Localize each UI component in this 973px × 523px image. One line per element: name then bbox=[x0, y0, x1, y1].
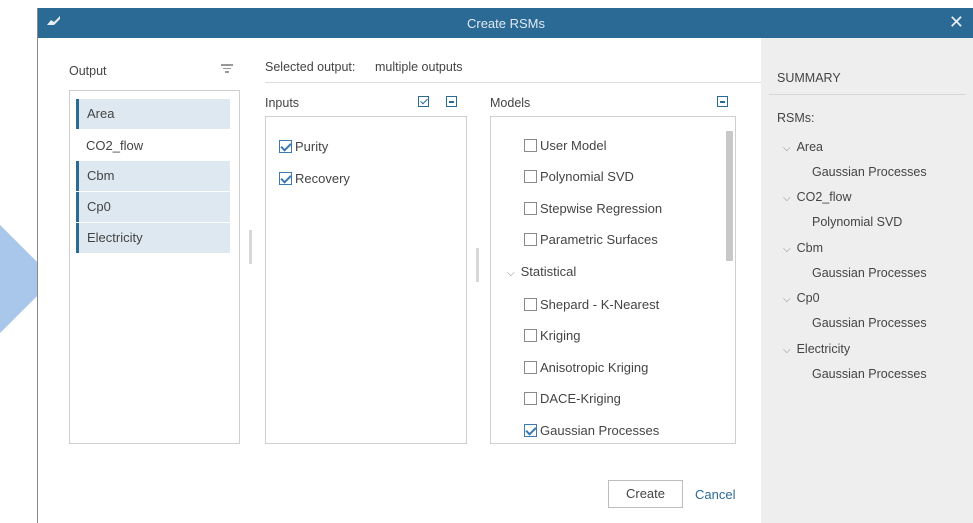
title-bar: Create RSMs ✕ bbox=[38, 8, 973, 38]
output-label: Output bbox=[69, 64, 107, 78]
kriging-checkbox[interactable] bbox=[524, 329, 537, 343]
models-label: Models bbox=[490, 96, 531, 110]
output-item-electricity[interactable]: Electricity bbox=[76, 223, 230, 253]
summary-output-area[interactable]: ⌵ Area bbox=[783, 140, 823, 154]
summary-model-area: Gaussian Processes bbox=[812, 165, 927, 179]
chevron-down-icon[interactable]: ⌵ bbox=[783, 294, 791, 305]
output-item-cp0[interactable]: Cp0 bbox=[76, 192, 230, 222]
model-group-statistical[interactable]: ⌵ Statistical bbox=[507, 262, 576, 282]
stepwise-regression-checkbox[interactable] bbox=[524, 202, 537, 216]
anisotropic-kriging-checkbox[interactable] bbox=[524, 361, 537, 375]
summary-model-electricity: Gaussian Processes bbox=[812, 367, 927, 381]
output-item-cbm[interactable]: Cbm bbox=[76, 161, 230, 191]
model-group-label: Statistical bbox=[520, 264, 577, 279]
model-item-label: Kriging bbox=[540, 328, 581, 343]
splitter-handle[interactable] bbox=[476, 248, 479, 282]
chevron-down-icon[interactable]: ⌵ bbox=[783, 143, 791, 154]
model-item-label: Polynomial SVD bbox=[540, 169, 634, 184]
inputs-list: Purity Recovery bbox=[265, 116, 467, 444]
create-button[interactable]: Create bbox=[608, 480, 683, 508]
summary-panel: SUMMARY RSMs: ⌵ Area Gaussian Processes ⌵… bbox=[761, 38, 973, 523]
summary-output-label: Cbm bbox=[796, 241, 823, 255]
chevron-down-icon[interactable]: ⌵ bbox=[783, 244, 791, 255]
select-all-inputs-icon[interactable] bbox=[418, 96, 429, 107]
collapse-models-icon[interactable] bbox=[717, 96, 728, 107]
summary-output-co2-flow[interactable]: ⌵ CO2_flow bbox=[783, 190, 851, 204]
summary-output-cp0[interactable]: ⌵ Cp0 bbox=[783, 291, 820, 305]
summary-output-electricity[interactable]: ⌵ Electricity bbox=[783, 342, 850, 356]
splitter-handle[interactable] bbox=[249, 230, 252, 264]
models-list: User Model Polynomial SVD Stepwise Regre… bbox=[490, 116, 736, 444]
model-item-shepard-k-nearest[interactable]: Shepard - K-Nearest bbox=[524, 295, 659, 315]
close-icon[interactable]: ✕ bbox=[949, 12, 964, 33]
input-item-label: Recovery bbox=[295, 171, 350, 186]
input-item-purity[interactable]: Purity bbox=[279, 137, 328, 157]
model-item-label: Shepard - K-Nearest bbox=[540, 297, 660, 312]
model-item-label: Gaussian Processes bbox=[540, 423, 660, 438]
model-item-label: Stepwise Regression bbox=[540, 201, 663, 216]
user-model-checkbox[interactable] bbox=[524, 139, 537, 153]
parametric-surfaces-checkbox[interactable] bbox=[524, 233, 537, 247]
polynomial-svd-checkbox[interactable] bbox=[524, 170, 537, 184]
filter-icon[interactable] bbox=[221, 64, 233, 75]
summary-model-cbm: Gaussian Processes bbox=[812, 266, 927, 280]
output-item-co2-flow[interactable]: CO2_flow bbox=[76, 131, 230, 161]
summary-output-label: Area bbox=[796, 140, 823, 154]
model-item-label: DACE-Kriging bbox=[540, 391, 621, 406]
summary-output-label: Cp0 bbox=[796, 291, 820, 305]
output-list: Area CO2_flow Cbm Cp0 Electricity bbox=[69, 90, 240, 444]
model-item-kriging[interactable]: Kriging bbox=[524, 326, 580, 346]
selected-output-label: Selected output: bbox=[265, 60, 356, 74]
model-item-user-model[interactable]: User Model bbox=[524, 136, 606, 156]
chevron-down-icon[interactable]: ⌵ bbox=[507, 268, 515, 279]
output-item-area[interactable]: Area bbox=[76, 99, 230, 129]
input-item-recovery[interactable]: Recovery bbox=[279, 169, 350, 189]
recovery-checkbox[interactable] bbox=[279, 172, 292, 186]
dialog-title: Create RSMs bbox=[466, 16, 546, 31]
model-item-anisotropic-kriging[interactable]: Anisotropic Kriging bbox=[524, 358, 648, 378]
summary-divider bbox=[769, 94, 966, 95]
rsms-label: RSMs: bbox=[777, 111, 815, 125]
summary-model-co2-flow: Polynomial SVD bbox=[812, 215, 903, 229]
summary-output-label: CO2_flow bbox=[796, 190, 852, 204]
summary-output-label: Electricity bbox=[796, 342, 851, 356]
cancel-button[interactable]: Cancel bbox=[695, 487, 735, 502]
inputs-label: Inputs bbox=[265, 96, 300, 110]
model-item-dace-kriging[interactable]: DACE-Kriging bbox=[524, 389, 621, 409]
dace-kriging-checkbox[interactable] bbox=[524, 392, 537, 406]
model-item-label: User Model bbox=[540, 138, 607, 153]
model-item-label: Parametric Surfaces bbox=[540, 232, 658, 247]
input-item-label: Purity bbox=[295, 139, 329, 154]
models-scrollbar[interactable] bbox=[726, 131, 733, 261]
chevron-down-icon[interactable]: ⌵ bbox=[783, 345, 791, 356]
model-item-stepwise-regression[interactable]: Stepwise Regression bbox=[524, 199, 662, 219]
model-item-parametric-surfaces[interactable]: Parametric Surfaces bbox=[524, 230, 658, 250]
deselect-inputs-icon[interactable] bbox=[446, 96, 457, 107]
shepard-checkbox[interactable] bbox=[524, 298, 537, 312]
model-item-polynomial-svd[interactable]: Polynomial SVD bbox=[524, 167, 634, 187]
selected-output-value: multiple outputs bbox=[375, 60, 463, 74]
summary-output-cbm[interactable]: ⌵ Cbm bbox=[783, 241, 823, 255]
chevron-down-icon[interactable]: ⌵ bbox=[783, 193, 791, 204]
model-item-label: Anisotropic Kriging bbox=[540, 360, 649, 375]
model-item-gaussian-processes[interactable]: Gaussian Processes bbox=[524, 421, 659, 441]
create-rsms-dialog: Create RSMs ✕ Output Area CO2_flow Cbm C… bbox=[37, 8, 973, 523]
gaussian-processes-checkbox[interactable] bbox=[524, 424, 537, 438]
summary-model-cp0: Gaussian Processes bbox=[812, 316, 927, 330]
header-divider bbox=[265, 82, 761, 83]
summary-title: SUMMARY bbox=[777, 71, 841, 85]
purity-checkbox[interactable] bbox=[279, 140, 292, 154]
